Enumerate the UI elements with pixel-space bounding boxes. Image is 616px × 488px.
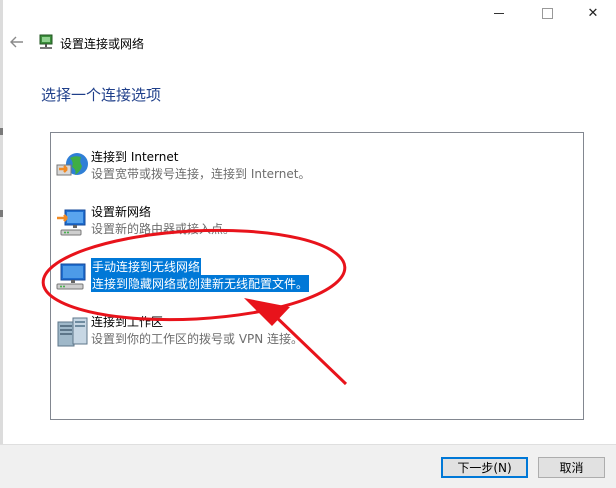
wireless-network-icon [55, 259, 91, 295]
back-button[interactable] [8, 33, 26, 51]
option-description: 连接到隐藏网络或创建新无线配置文件。 [91, 275, 310, 292]
option-description: 设置到你的工作区的拨号或 VPN 连接。 [91, 332, 304, 346]
option-title: 连接到工作区 [91, 315, 164, 329]
option-description: 设置新的路由器或接入点。 [91, 222, 236, 236]
option-title: 设置新网络 [91, 205, 152, 219]
minimize-button[interactable] [476, 0, 522, 26]
option-setup-network[interactable]: 设置新网络 设置新的路由器或接入点。 [51, 201, 583, 247]
option-connect-internet[interactable]: 连接到 Internet 设置宽带或拨号连接，连接到 Internet。 [51, 146, 583, 192]
option-manual-wireless[interactable]: 手动连接到无线网络 连接到隐藏网络或创建新无线配置文件。 [51, 256, 583, 302]
option-title: 手动连接到无线网络 [91, 258, 202, 275]
option-description: 设置宽带或拨号连接，连接到 Internet。 [91, 167, 311, 181]
close-icon: ✕ [587, 5, 599, 21]
edge-mark [0, 128, 3, 135]
workplace-server-icon [55, 314, 91, 350]
network-setup-icon [37, 33, 55, 51]
connection-options-list: 连接到 Internet 设置宽带或拨号连接，连接到 Internet。 设置新… [50, 132, 584, 420]
option-title: 连接到 Internet [91, 150, 179, 164]
close-button[interactable]: ✕ [570, 0, 616, 26]
edge-mark [0, 210, 3, 217]
dialog-footer: 下一步(N) 取消 [0, 444, 616, 488]
router-setup-icon [55, 204, 91, 240]
maximize-button[interactable] [524, 0, 570, 26]
maximize-icon [541, 7, 553, 19]
globe-network-icon [55, 149, 91, 185]
window-title: 设置连接或网络 [60, 37, 145, 51]
back-arrow-icon [10, 36, 23, 48]
next-button[interactable]: 下一步(N) [441, 457, 528, 478]
left-window-edge [0, 0, 3, 487]
cancel-button[interactable]: 取消 [538, 457, 605, 478]
minimize-icon [494, 12, 504, 14]
page-heading: 选择一个连接选项 [41, 86, 162, 104]
option-connect-workplace[interactable]: 连接到工作区 设置到你的工作区的拨号或 VPN 连接。 [51, 311, 583, 357]
